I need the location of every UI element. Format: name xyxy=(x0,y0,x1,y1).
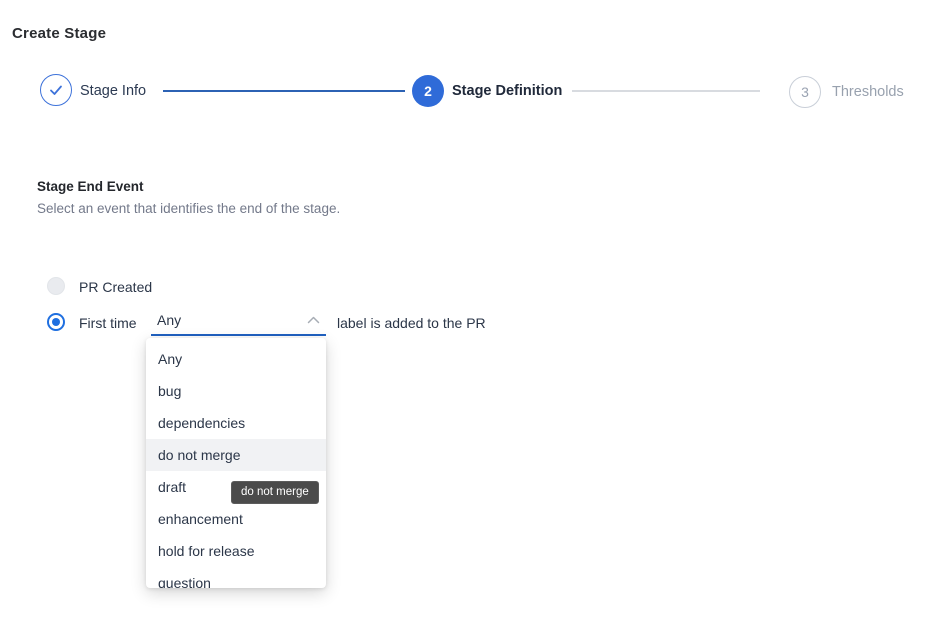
tooltip: do not merge xyxy=(231,481,319,504)
first-time-suffix-label: label is added to the PR xyxy=(337,315,486,331)
step-thresholds-label[interactable]: Thresholds xyxy=(832,84,904,100)
step-number: 3 xyxy=(801,84,809,100)
dropdown-option-question[interactable]: question xyxy=(146,567,326,588)
stepper-connector-complete xyxy=(163,90,405,92)
chevron-up-icon[interactable] xyxy=(307,316,320,324)
label-dropdown: Any bug dependencies do not merge draft … xyxy=(146,338,326,588)
step-stage-info-indicator[interactable] xyxy=(40,74,72,106)
step-stage-definition-label[interactable]: Stage Definition xyxy=(452,83,562,99)
check-icon xyxy=(49,85,63,96)
dropdown-option-dependencies[interactable]: dependencies xyxy=(146,407,326,439)
section-description: Select an event that identifies the end … xyxy=(37,201,340,216)
dropdown-option-bug[interactable]: bug xyxy=(146,375,326,407)
radio-dot xyxy=(52,318,60,326)
step-thresholds-indicator[interactable]: 3 xyxy=(789,76,821,108)
create-stage-dialog: Create Stage Stage Info 2 Stage Definiti… xyxy=(0,0,948,619)
step-stage-info-label[interactable]: Stage Info xyxy=(80,83,146,99)
label-select-value: Any xyxy=(157,312,181,328)
section-heading: Stage End Event xyxy=(37,179,144,194)
dropdown-option-do-not-merge[interactable]: do not merge xyxy=(146,439,326,471)
dropdown-option-any[interactable]: Any xyxy=(146,343,326,375)
step-number: 2 xyxy=(424,83,432,99)
radio-pr-created-label[interactable]: PR Created xyxy=(79,279,152,295)
radio-pr-created[interactable] xyxy=(47,277,65,295)
radio-first-time[interactable] xyxy=(47,313,65,331)
tooltip-text: do not merge xyxy=(241,486,309,498)
page-title: Create Stage xyxy=(12,25,106,42)
step-stage-definition-indicator[interactable]: 2 xyxy=(412,75,444,107)
radio-first-time-label[interactable]: First time xyxy=(79,315,137,331)
dropdown-option-enhancement[interactable]: enhancement xyxy=(146,503,326,535)
dropdown-option-hold-for-release[interactable]: hold for release xyxy=(146,535,326,567)
stepper-connector-upcoming xyxy=(572,90,760,92)
label-select[interactable]: Any xyxy=(151,306,326,336)
